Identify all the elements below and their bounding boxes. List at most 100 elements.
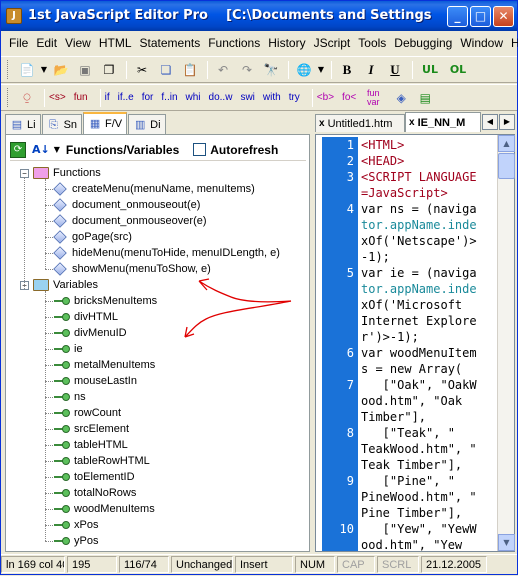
tree-item-variable[interactable]: tableHTML	[54, 437, 128, 453]
tree-item-function[interactable]: document_onmouseover(e)	[53, 213, 207, 229]
open-folder-icon[interactable]: 📂	[50, 60, 72, 80]
underline-button[interactable]: U	[384, 60, 406, 80]
tree-item-variable[interactable]: toElementID	[54, 469, 135, 485]
redo-icon[interactable]: ↷	[236, 60, 258, 80]
if-else-button[interactable]: if..e	[118, 92, 134, 103]
close-tab-icon[interactable]: x	[319, 118, 325, 129]
tab-directory[interactable]: ▥ Di	[128, 114, 166, 134]
menu-html[interactable]: HTML	[95, 36, 136, 50]
tree-item-variable[interactable]: srcElement	[54, 421, 129, 437]
code-line[interactable]: ["Yew", "YewW	[361, 521, 477, 537]
ordered-list-button[interactable]: OL	[445, 60, 471, 80]
tab-list[interactable]: ▤ Li	[5, 114, 41, 134]
tree-item-variable[interactable]: divHTML	[54, 309, 118, 325]
code-line[interactable]: PineWood.htm", "	[361, 489, 477, 505]
italic-button[interactable]: I	[360, 60, 382, 80]
tree-item-variable[interactable]: rowCount	[54, 405, 121, 421]
undo-icon[interactable]: ↶	[212, 60, 234, 80]
tab-functions-vars[interactable]: ▦ F/V	[83, 112, 128, 134]
paste-icon[interactable]: 📋	[179, 60, 201, 80]
switch-button[interactable]: swi	[240, 92, 254, 103]
tree-item-variable[interactable]: yPos	[54, 533, 98, 549]
menu-view[interactable]: View	[61, 36, 95, 50]
tree-item-function[interactable]: goPage(src)	[53, 229, 132, 245]
tab-scroll-right-icon[interactable]: ▶	[499, 114, 515, 130]
tree-item-function[interactable]: document_onmouseout(e)	[53, 197, 200, 213]
tree-node-functions[interactable]: − Functions	[20, 165, 101, 181]
code-line[interactable]: r')>-1);	[361, 329, 419, 345]
insert-for-button[interactable]: fo<	[342, 92, 356, 103]
vertical-scrollbar[interactable]: ▲ ▼	[497, 135, 515, 551]
code-line[interactable]: =JavaScript>	[361, 185, 448, 201]
code-line[interactable]: tor.appName.inde	[361, 217, 477, 233]
code-line[interactable]: s = new Array(	[361, 361, 462, 377]
sort-az-icon[interactable]: A↓	[32, 143, 50, 156]
dropdown-arrow-icon[interactable]: ▼	[54, 145, 60, 154]
dropdown-arrow-icon[interactable]: ▼	[40, 60, 48, 80]
code-line[interactable]: <SCRIPT LANGUAGE	[361, 169, 477, 185]
preview-icon[interactable]: ⍜	[16, 88, 38, 108]
code-line[interactable]: ood.htm", "Oak	[361, 393, 462, 409]
menu-history[interactable]: History	[264, 36, 309, 50]
function-button[interactable]: fun	[74, 92, 88, 103]
script-tag-button[interactable]: <s>	[49, 92, 66, 103]
code-line[interactable]: -1);	[361, 249, 390, 265]
js-editor-app-icon[interactable]: J	[6, 8, 22, 24]
new-file-icon[interactable]: 📄	[16, 60, 38, 80]
menu-file[interactable]: File	[5, 36, 32, 50]
code-line[interactable]: TeakWood.htm", "	[361, 441, 477, 457]
scroll-down-icon[interactable]: ▼	[498, 534, 515, 551]
menu-tools[interactable]: Tools	[354, 36, 390, 50]
refresh-icon[interactable]: ⟳	[10, 141, 26, 158]
tree-item-function[interactable]: hideMenu(menuToHide, menuIDLength, e)	[53, 245, 280, 261]
tree-item-variable[interactable]: totalNoRows	[54, 485, 136, 501]
tab-untitled1[interactable]: x Untitled1.htm	[315, 114, 405, 132]
copy-icon[interactable]: ❏	[155, 60, 177, 80]
save-icon[interactable]: ▣	[74, 60, 96, 80]
code-editor[interactable]: 1 2 3 4 5 6 7 8 9 10 <HTML> <HEAD> <SCRIPT LANGUAGE…	[315, 134, 515, 552]
tree-item-variable[interactable]: ie	[54, 341, 83, 357]
code-line[interactable]: ood.htm", "Yew	[361, 537, 462, 551]
copy-pages-icon[interactable]: ❐	[98, 60, 120, 80]
tab-snippets[interactable]: ⎘ Sn	[41, 114, 83, 134]
close-button[interactable]: ✕	[493, 6, 514, 27]
tree-item-function[interactable]: createMenu(menuName, menuItems)	[53, 181, 255, 197]
code-line[interactable]: Pine Timber"],	[361, 505, 462, 521]
tree-node-variables[interactable]: − Variables	[20, 277, 98, 293]
toolbar-grip[interactable]	[7, 60, 10, 79]
code-area[interactable]: <HTML> <HEAD> <SCRIPT LANGUAGE =JavaScript>…	[358, 137, 494, 551]
tab-scroll-left-icon[interactable]: ◀	[482, 114, 498, 130]
tab-ie-nn-menu[interactable]: x IE_NN_M	[405, 112, 481, 132]
menu-debugging[interactable]: Debugging	[390, 36, 456, 50]
menu-statements[interactable]: Statements	[136, 36, 205, 50]
code-line[interactable]: xOf('Netscape')>	[361, 233, 477, 249]
code-line[interactable]: Internet Explore	[361, 313, 477, 329]
code-line[interactable]: <HEAD>	[361, 153, 404, 169]
tree-item-variable[interactable]: bricksMenuItems	[54, 293, 157, 309]
menu-jscript[interactable]: JScript	[310, 36, 355, 50]
code-line[interactable]: Teak Timber"],	[361, 457, 462, 473]
tree-item-variable[interactable]: metalMenuItems	[54, 357, 155, 373]
function-var-button[interactable]: fun var	[364, 88, 382, 107]
tree-item-variable[interactable]: woodMenuItems	[54, 501, 155, 517]
code-line[interactable]: tor.appName.inde	[361, 281, 477, 297]
code-line[interactable]: xOf('Microsoft	[361, 297, 462, 313]
do-while-button[interactable]: do..w	[209, 92, 233, 103]
if-button[interactable]: if	[105, 92, 110, 103]
menu-edit[interactable]: Edit	[32, 36, 61, 50]
for-button[interactable]: for	[142, 92, 154, 103]
tree-item-variable[interactable]: ns	[54, 389, 86, 405]
tree-item-variable[interactable]: tableRowHTML	[54, 453, 150, 469]
find-icon[interactable]: 🔭	[260, 60, 282, 80]
globe-icon[interactable]: 🌐	[293, 60, 315, 80]
code-line[interactable]: var woodMenuItem	[361, 345, 477, 361]
close-tab-icon[interactable]: x	[409, 117, 415, 128]
for-in-button[interactable]: f..in	[161, 92, 177, 103]
autorefresh-checkbox[interactable]	[193, 143, 207, 156]
code-line[interactable]: Timber"],	[361, 409, 426, 425]
menu-window[interactable]: Window	[456, 36, 507, 50]
menu-functions[interactable]: Functions	[204, 36, 264, 50]
menu-help[interactable]: Help	[507, 36, 518, 50]
code-line[interactable]: ["Oak", "OakW	[361, 377, 477, 393]
scrollbar-thumb[interactable]	[498, 153, 515, 179]
